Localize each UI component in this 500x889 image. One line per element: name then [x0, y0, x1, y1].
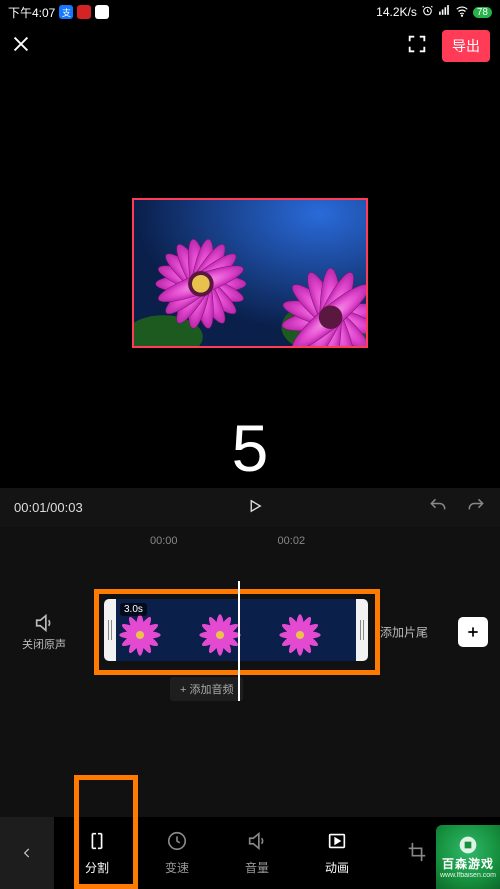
toolbar-back-button[interactable]: [0, 817, 54, 889]
time-display: 00:01/00:03: [14, 500, 83, 515]
speed-icon: [166, 830, 188, 855]
clip-handle-right[interactable]: [356, 599, 368, 661]
undo-button[interactable]: [428, 496, 448, 519]
ruler-tick-1: 00:02: [278, 535, 306, 547]
app-icon-white: [95, 5, 109, 19]
site-watermark: 百森游戏 www.lfbaisen.com: [436, 825, 500, 889]
playhead[interactable]: [238, 581, 240, 701]
tool-volume[interactable]: 音量: [218, 830, 296, 876]
flower-image: [134, 200, 366, 346]
watermark-url: www.lfbaisen.com: [440, 872, 496, 879]
status-time: 下午4:07: [8, 4, 55, 21]
mute-label: 关闭原声: [22, 639, 66, 651]
playback-controls: 00:01/00:03: [0, 488, 500, 527]
status-bar: 下午4:07 支 14.2K/s 78: [0, 0, 500, 24]
split-icon: [86, 830, 108, 855]
ruler-tick-0: 00:00: [150, 535, 178, 547]
clip-thumb-2: [196, 599, 276, 661]
watermark-brand: 百森游戏: [442, 855, 494, 872]
tool-volume-label: 音量: [245, 859, 269, 876]
video-preview[interactable]: 5: [0, 68, 500, 488]
add-audio-button[interactable]: + 添加音频: [170, 677, 243, 701]
timeline-area[interactable]: 关闭原声 3.0s 添加片尾 + 添加音频: [0, 553, 500, 707]
animation-icon: [326, 830, 348, 855]
video-clip[interactable]: 3.0s: [104, 599, 368, 661]
watermark-logo-icon: [458, 835, 478, 855]
mute-original-audio-button[interactable]: 关闭原声: [14, 612, 74, 652]
net-speed: 14.2K/s: [376, 5, 417, 19]
tool-animation-label: 动画: [325, 859, 349, 876]
tool-split-label: 分割: [85, 859, 109, 876]
alipay-icon: 支: [59, 5, 73, 19]
app-icon-red: [77, 5, 91, 19]
top-bar: 导出: [0, 24, 500, 68]
clip-handle-left[interactable]: [104, 599, 116, 661]
timeline-ruler[interactable]: 00:00 00:02: [0, 527, 500, 553]
signal-icon: [438, 4, 451, 20]
redo-button[interactable]: [466, 496, 486, 519]
crop-icon: [406, 841, 428, 866]
clip-thumb-3: [276, 599, 356, 661]
tool-split[interactable]: 分割: [58, 830, 136, 876]
total-time: 00:03: [50, 500, 83, 515]
clip-duration-label: 3.0s: [120, 603, 147, 616]
countdown-number: 5: [232, 410, 269, 486]
fullscreen-icon[interactable]: [406, 33, 428, 60]
status-left: 下午4:07 支: [8, 4, 109, 21]
add-ending-label[interactable]: 添加片尾: [380, 624, 428, 641]
clip-body[interactable]: 3.0s: [116, 599, 356, 661]
preview-clip-frame[interactable]: [132, 198, 368, 348]
alarm-icon: [421, 4, 434, 20]
battery-indicator: 78: [473, 7, 492, 18]
tool-speed[interactable]: 变速: [138, 830, 216, 876]
close-icon[interactable]: [10, 33, 32, 60]
export-button[interactable]: 导出: [442, 30, 490, 62]
tool-speed-label: 变速: [165, 859, 189, 876]
volume-icon: [246, 830, 268, 855]
wifi-icon: [455, 4, 469, 21]
current-time: 00:01: [14, 500, 47, 515]
status-right: 14.2K/s 78: [376, 4, 492, 21]
tool-animation[interactable]: 动画: [298, 830, 376, 876]
video-track: 关闭原声 3.0s 添加片尾: [0, 597, 500, 667]
bottom-toolbar: 分割 变速 音量 动画: [0, 817, 500, 889]
play-button[interactable]: [246, 497, 264, 518]
add-clip-button[interactable]: [458, 617, 488, 647]
